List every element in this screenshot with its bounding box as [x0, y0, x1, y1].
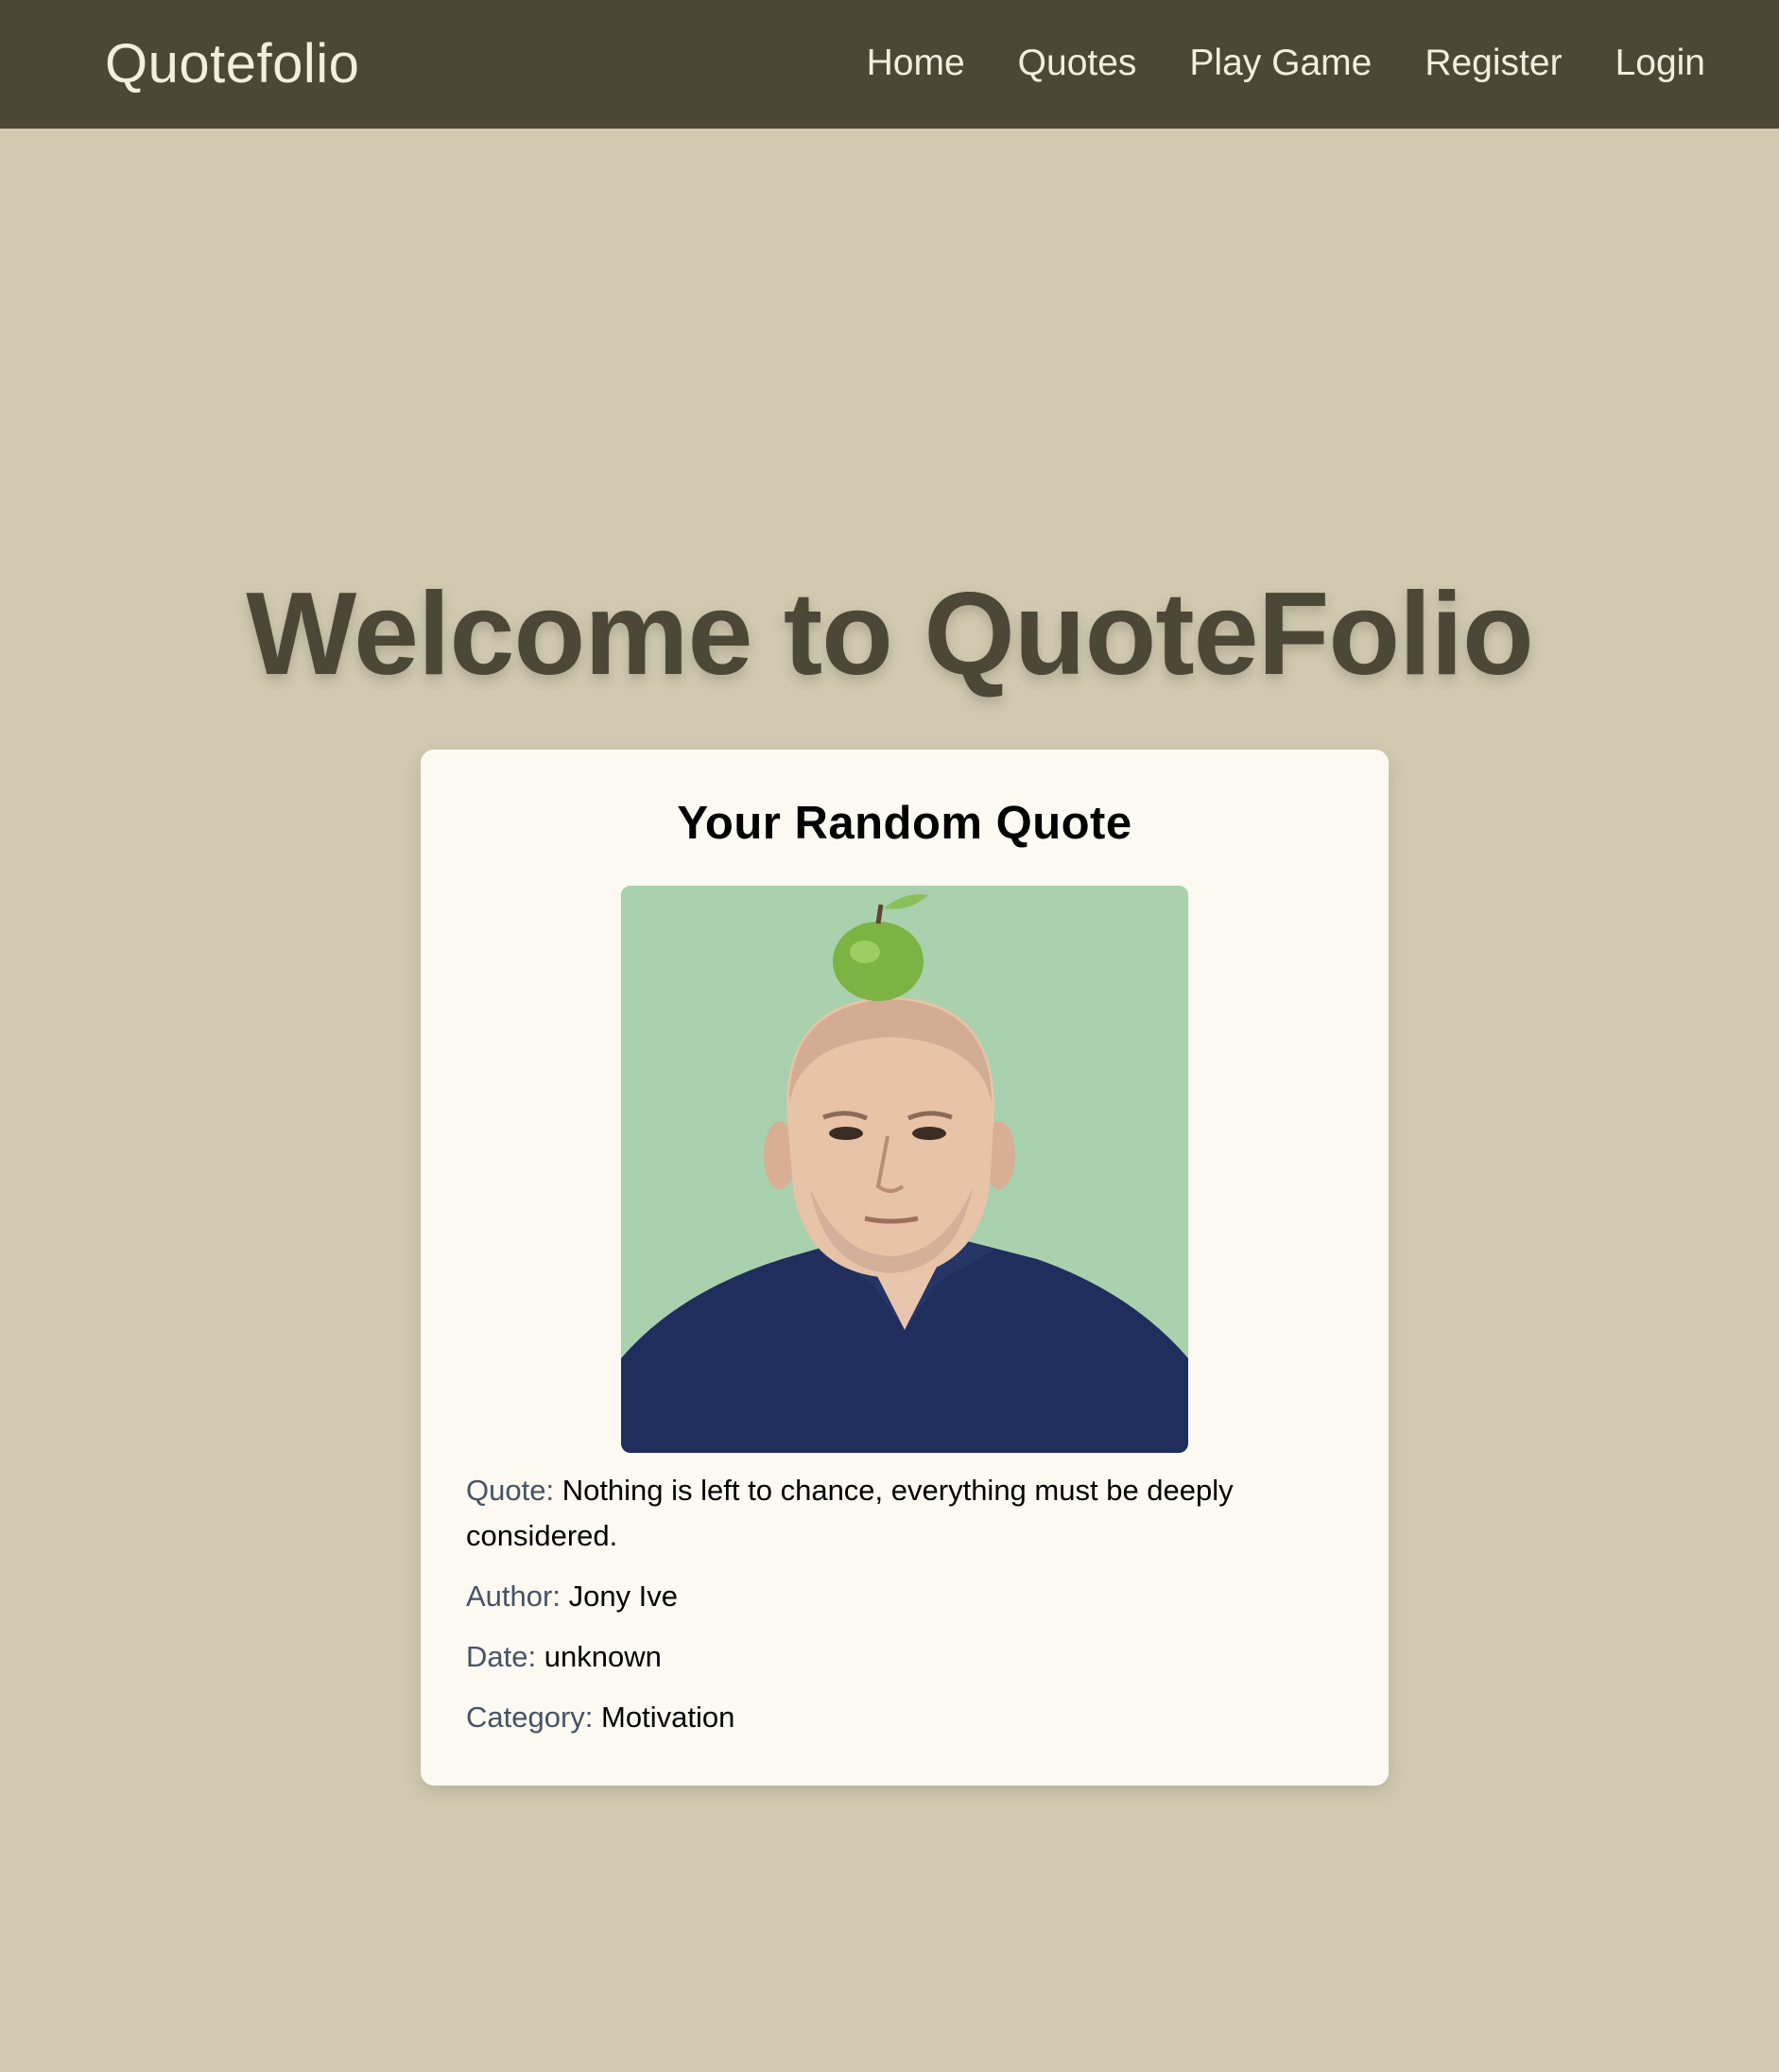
- nav-link-play-game[interactable]: Play Game: [1189, 43, 1372, 84]
- author-row: Author: Jony Ive: [466, 1574, 1317, 1619]
- nav-links: Home Quotes Play Game Register Login: [867, 43, 1705, 84]
- random-quote-card: Your Random Quote Quote: Nothing is left…: [421, 750, 1389, 1786]
- hero-title: Welcome to QuoteFolio: [246, 569, 1533, 699]
- brand-logo-link[interactable]: Quotefolio: [105, 32, 359, 95]
- navbar: Quotefolio Home Quotes Play Game Registe…: [0, 0, 1779, 129]
- quote-row: Quote: Nothing is left to chance, everyt…: [466, 1468, 1317, 1559]
- category-label: Category:: [466, 1701, 594, 1734]
- nav-link-quotes[interactable]: Quotes: [1018, 43, 1137, 84]
- quote-text: Nothing is left to chance, everything mu…: [466, 1474, 1234, 1552]
- quote-details: Quote: Nothing is left to chance, everyt…: [466, 1468, 1317, 1755]
- quote-label: Quote:: [466, 1474, 555, 1507]
- card-title: Your Random Quote: [677, 798, 1132, 849]
- date-row: Date: unknown: [466, 1634, 1317, 1680]
- category-row: Category: Motivation: [466, 1695, 1317, 1740]
- author-label: Author:: [466, 1580, 561, 1613]
- category-value: Motivation: [601, 1701, 735, 1734]
- date-label: Date:: [466, 1640, 537, 1673]
- date-value: unknown: [544, 1640, 662, 1673]
- nav-link-register[interactable]: Register: [1425, 43, 1562, 84]
- nav-link-login[interactable]: Login: [1615, 43, 1705, 84]
- nav-link-home[interactable]: Home: [867, 43, 965, 84]
- author-value: Jony Ive: [568, 1580, 679, 1613]
- author-portrait-image: [621, 886, 1188, 1453]
- portrait-illustration: [621, 886, 1188, 1453]
